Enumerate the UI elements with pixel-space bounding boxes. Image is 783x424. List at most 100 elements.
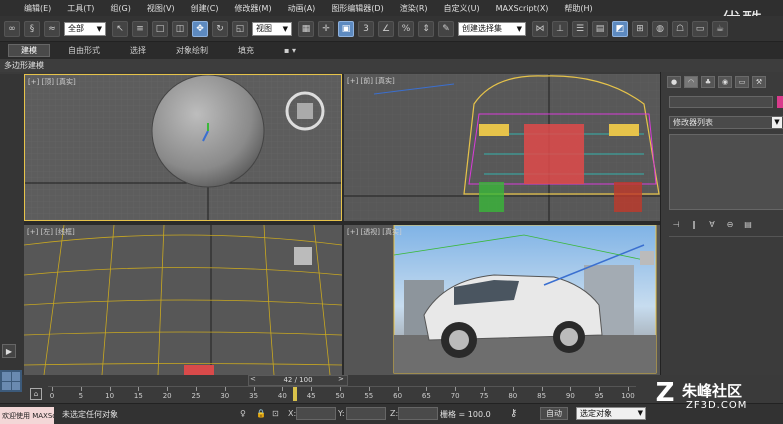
viewport-front-label[interactable]: [+] [前] [真实]: [347, 76, 395, 86]
render-icon[interactable]: ☕: [712, 20, 728, 37]
named-selection-dropdown[interactable]: 创建选择集 ▼: [458, 21, 526, 36]
menu-graph-editors[interactable]: 图形编辑器(D): [331, 3, 383, 14]
ribbon-options-icon[interactable]: ▪ ▾: [272, 44, 308, 57]
ref-coord-dropdown[interactable]: 视图 ▼: [252, 21, 292, 36]
object-name-field[interactable]: [669, 96, 773, 108]
expand-arrow-icon[interactable]: ▶: [2, 344, 16, 358]
auto-key-button[interactable]: 自动: [540, 407, 568, 420]
main-toolbar: ∞ § ≈ 全部 ▼ ↖ ≡ □ ◫ ✥ ↻ ◱ 视图 ▼ ▦ ✛ ▣ 3 ∠ % …: [0, 16, 783, 42]
selection-filter-dropdown[interactable]: 全部 ▼: [64, 21, 106, 36]
key-filter-dropdown[interactable]: 选定对象 ▼: [576, 407, 646, 420]
menu-edit[interactable]: 编辑(E): [24, 3, 51, 14]
make-unique-icon[interactable]: ∀: [705, 218, 719, 230]
track-bar-icon[interactable]: ⌂: [30, 388, 42, 400]
tab-populate[interactable]: 填充: [226, 44, 266, 57]
menu-help[interactable]: 帮助(H): [564, 3, 592, 14]
polygon-modeling-label[interactable]: 多边形建模: [0, 59, 783, 72]
viewport-layout-icon[interactable]: [0, 370, 22, 392]
select-by-name-icon[interactable]: ≡: [132, 20, 148, 37]
track-tick: [426, 387, 428, 391]
track-bar[interactable]: 0 5 10 15 20 25 30 35 40 45 50 55 60 65 70 75 80 85 90 95 10…: [48, 386, 636, 403]
unlink-icon[interactable]: §: [24, 20, 40, 37]
viewport-top-label[interactable]: [+] [顶] [真实]: [28, 77, 76, 87]
show-end-result-icon[interactable]: ‖: [687, 218, 701, 230]
menu-animation[interactable]: 动画(A): [288, 3, 316, 14]
viewport-persp-label[interactable]: [+] [透视] [真实]: [347, 227, 402, 237]
create-icon[interactable]: ●: [667, 76, 681, 88]
time-slider-prev[interactable]: <: [250, 375, 256, 383]
tab-object-paint[interactable]: 对象绘制: [164, 44, 220, 57]
layer-manager-icon[interactable]: ☰: [572, 20, 588, 37]
utilities-icon[interactable]: ⚒: [752, 76, 766, 88]
select-object-icon[interactable]: ↖: [112, 20, 128, 37]
menu-modifiers[interactable]: 修改器(M): [234, 3, 271, 14]
select-rotate-icon[interactable]: ↻: [212, 20, 228, 37]
schematic-view-icon[interactable]: ⊞: [632, 20, 648, 37]
modifier-stack[interactable]: [669, 134, 783, 210]
time-slider[interactable]: 42 / 100: [248, 375, 348, 386]
render-setup-icon[interactable]: ☖: [672, 20, 688, 37]
motion-icon[interactable]: ◉: [718, 76, 732, 88]
x-field[interactable]: [296, 407, 336, 420]
track-tick: [196, 387, 197, 391]
viewport-perspective[interactable]: [+] [透视] [真实]: [344, 225, 660, 375]
configure-sets-icon[interactable]: ▤: [741, 218, 755, 230]
angle-snap-icon[interactable]: ∠: [378, 20, 394, 37]
maxscript-listener[interactable]: 欢迎使用 MAXSc: [0, 407, 54, 424]
track-tick: [224, 387, 226, 391]
percent-snap-icon[interactable]: %: [398, 20, 414, 37]
bind-space-warp-icon[interactable]: ≈: [44, 20, 60, 37]
window-crossing-icon[interactable]: ◫: [172, 20, 188, 37]
curve-editor-icon[interactable]: ◩: [612, 20, 628, 37]
y-field[interactable]: [346, 407, 386, 420]
snap-toggle-icon[interactable]: 3: [358, 20, 374, 37]
tab-freeform[interactable]: 自由形式: [56, 44, 112, 57]
absolute-mode-icon[interactable]: ⊡: [272, 409, 282, 419]
object-color-swatch[interactable]: [777, 96, 783, 108]
link-icon[interactable]: ∞: [4, 20, 20, 37]
key-icon[interactable]: ⚷: [510, 408, 517, 419]
menu-create[interactable]: 创建(C): [191, 3, 219, 14]
menu-rendering[interactable]: 渲染(R): [400, 3, 428, 14]
menu-customize[interactable]: 自定义(U): [444, 3, 480, 14]
edit-named-selection-icon[interactable]: ✎: [438, 20, 454, 37]
lock-icon[interactable]: 🔒: [256, 409, 266, 419]
menu-tools[interactable]: 工具(T): [67, 3, 94, 14]
time-playhead[interactable]: [293, 387, 297, 401]
z-field[interactable]: [398, 407, 438, 420]
select-scale-icon[interactable]: ◱: [232, 20, 248, 37]
select-manipulate-icon[interactable]: ✛: [318, 20, 334, 37]
track-tick-label: 20: [162, 392, 172, 400]
menu-group[interactable]: 组(G): [110, 3, 130, 14]
align-icon[interactable]: ⊥: [552, 20, 568, 37]
pin-stack-icon[interactable]: ⊣: [669, 218, 683, 230]
viewport-left[interactable]: [+] [左] [线框]: [24, 225, 342, 375]
viewport-front[interactable]: [+] [前] [真实]: [344, 74, 660, 221]
time-slider-next[interactable]: >: [338, 375, 344, 383]
modifier-list-dropdown[interactable]: 修改器列表 ▼: [669, 116, 783, 129]
track-tick-label: 95: [594, 392, 604, 400]
tab-selection[interactable]: 选择: [118, 44, 158, 57]
tab-modeling[interactable]: 建模: [8, 44, 50, 57]
isolate-icon[interactable]: ♀: [240, 409, 250, 419]
spinner-snap-icon[interactable]: ⇕: [418, 20, 434, 37]
display-icon[interactable]: ▭: [735, 76, 749, 88]
rendered-frame-icon[interactable]: ▭: [692, 20, 708, 37]
select-move-icon[interactable]: ✥: [192, 20, 208, 37]
mirror-icon[interactable]: ⋈: [532, 20, 548, 37]
viewport-left-label[interactable]: [+] [左] [线框]: [27, 227, 75, 237]
remove-modifier-icon[interactable]: ⊖: [723, 218, 737, 230]
zf3d-logo: Z: [655, 378, 675, 408]
track-tick-label: 40: [277, 392, 287, 400]
track-tick: [628, 387, 629, 391]
menu-views[interactable]: 视图(V): [147, 3, 175, 14]
hierarchy-icon[interactable]: ♣: [701, 76, 715, 88]
viewport-top[interactable]: [+] [顶] [真实]: [24, 74, 342, 221]
material-editor-icon[interactable]: ◍: [652, 20, 668, 37]
modify-icon[interactable]: ◠: [684, 76, 698, 88]
keyboard-shortcut-icon[interactable]: ▣: [338, 20, 354, 37]
menu-maxscript[interactable]: MAXScript(X): [496, 4, 549, 13]
graphite-tools-icon[interactable]: ▤: [592, 20, 608, 37]
rect-selection-icon[interactable]: □: [152, 20, 168, 37]
pivot-center-icon[interactable]: ▦: [298, 20, 314, 37]
